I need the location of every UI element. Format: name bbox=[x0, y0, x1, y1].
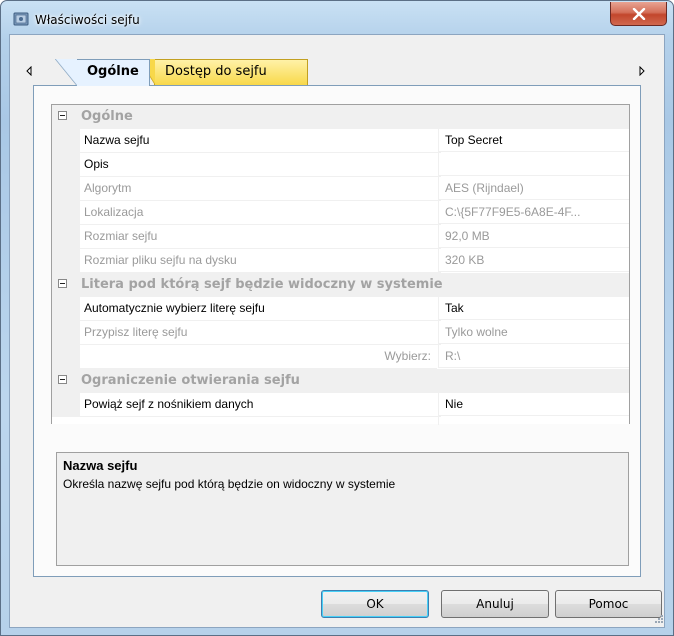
tab-scroll-left-button[interactable] bbox=[22, 62, 36, 80]
property-name: Lokalizacja bbox=[80, 201, 441, 225]
property-value[interactable]: Tak bbox=[438, 297, 629, 320]
property-row-bind-media[interactable]: Powiąż sejf z nośnikiem danych Nie bbox=[52, 393, 629, 417]
property-name: Rozmiar pliku sejfu na dysku bbox=[80, 249, 441, 273]
tab-access[interactable]: Dostęp do sejfu bbox=[139, 59, 308, 85]
property-name: Wybierz: bbox=[80, 345, 437, 369]
property-row-file-size[interactable]: Rozmiar pliku sejfu na dysku 320 KB bbox=[52, 249, 629, 273]
category-drive-letter[interactable]: Litera pod którą sejf będzie widoczny w … bbox=[52, 273, 629, 297]
property-name: Nazwa sejfu bbox=[80, 129, 441, 153]
help-button[interactable]: Pomoc bbox=[555, 590, 662, 618]
property-value: 320 KB bbox=[438, 249, 629, 272]
category-label: Ogólne bbox=[81, 109, 133, 124]
property-name: Algorytm bbox=[80, 177, 441, 201]
category-open-restriction[interactable]: Ograniczenie otwierania sejfu bbox=[52, 369, 629, 393]
title-bar[interactable]: Właściwości sejfu bbox=[1, 1, 673, 35]
property-row-name[interactable]: Nazwa sejfu Top Secret bbox=[52, 129, 629, 153]
property-grid[interactable]: Ogólne Nazwa sejfu Top Secret Opis Algor… bbox=[51, 104, 630, 425]
property-name: Automatycznie wybierz literę sejfu bbox=[80, 297, 441, 321]
property-value-empty bbox=[438, 417, 629, 425]
tab-access-label: Dostęp do sejfu bbox=[165, 64, 267, 79]
category-general[interactable]: Ogólne bbox=[52, 105, 629, 129]
property-row-assign-letter[interactable]: Przypisz literę sejfu Tylko wolne bbox=[52, 321, 629, 345]
close-button[interactable] bbox=[610, 2, 667, 26]
property-name: Opis bbox=[80, 153, 441, 177]
description-title: Nazwa sejfu bbox=[63, 458, 138, 473]
arrow-left-icon bbox=[26, 66, 32, 76]
tab-general-label: Ogólne bbox=[87, 64, 139, 79]
property-row-choose-letter[interactable]: Wybierz: R:\ bbox=[52, 345, 629, 369]
ok-button[interactable]: OK bbox=[321, 590, 429, 618]
property-name: Rozmiar sejfu bbox=[80, 225, 441, 249]
tab-scroll-right-button[interactable] bbox=[635, 62, 649, 80]
property-row-size[interactable]: Rozmiar sejfu 92,0 MB bbox=[52, 225, 629, 249]
cancel-button[interactable]: Anuluj bbox=[441, 590, 549, 618]
property-value[interactable]: Top Secret bbox=[438, 129, 629, 152]
tab-general[interactable]: Ogólne bbox=[55, 59, 150, 86]
property-grid-empty-area bbox=[52, 417, 629, 441]
collapse-icon[interactable] bbox=[58, 111, 67, 120]
category-label: Litera pod którą sejf będzie widoczny w … bbox=[81, 277, 443, 292]
category-label: Ograniczenie otwierania sejfu bbox=[81, 373, 300, 388]
property-name: Powiąż sejf z nośnikiem danych bbox=[80, 393, 441, 417]
property-row-description[interactable]: Opis bbox=[52, 153, 629, 177]
resize-grip-icon[interactable] bbox=[654, 614, 664, 624]
close-icon bbox=[632, 7, 645, 20]
property-row-algorithm[interactable]: Algorytm AES (Rijndael) bbox=[52, 177, 629, 201]
property-value[interactable] bbox=[438, 153, 629, 176]
description-text: Określa nazwę sejfu pod którą będzie on … bbox=[63, 477, 396, 491]
property-row-location[interactable]: Lokalizacja C:\{5F77F9E5-6A8E-4F... bbox=[52, 201, 629, 225]
property-name: Przypisz literę sejfu bbox=[80, 321, 441, 345]
window-title: Właściwości sejfu bbox=[35, 13, 140, 27]
property-value: AES (Rijndael) bbox=[438, 177, 629, 200]
property-value: C:\{5F77F9E5-6A8E-4F... bbox=[438, 201, 629, 224]
collapse-icon[interactable] bbox=[58, 375, 67, 384]
property-value: Tylko wolne bbox=[438, 321, 629, 344]
property-value: R:\ bbox=[438, 345, 629, 368]
collapse-icon[interactable] bbox=[58, 279, 67, 288]
property-value: 92,0 MB bbox=[438, 225, 629, 248]
property-value[interactable]: Nie bbox=[438, 393, 629, 416]
description-panel: Nazwa sejfu Określa nazwę sejfu pod któr… bbox=[56, 452, 629, 566]
property-row-auto-letter[interactable]: Automatycznie wybierz literę sejfu Tak bbox=[52, 297, 629, 321]
safe-icon bbox=[13, 11, 29, 27]
arrow-right-icon bbox=[639, 66, 645, 76]
